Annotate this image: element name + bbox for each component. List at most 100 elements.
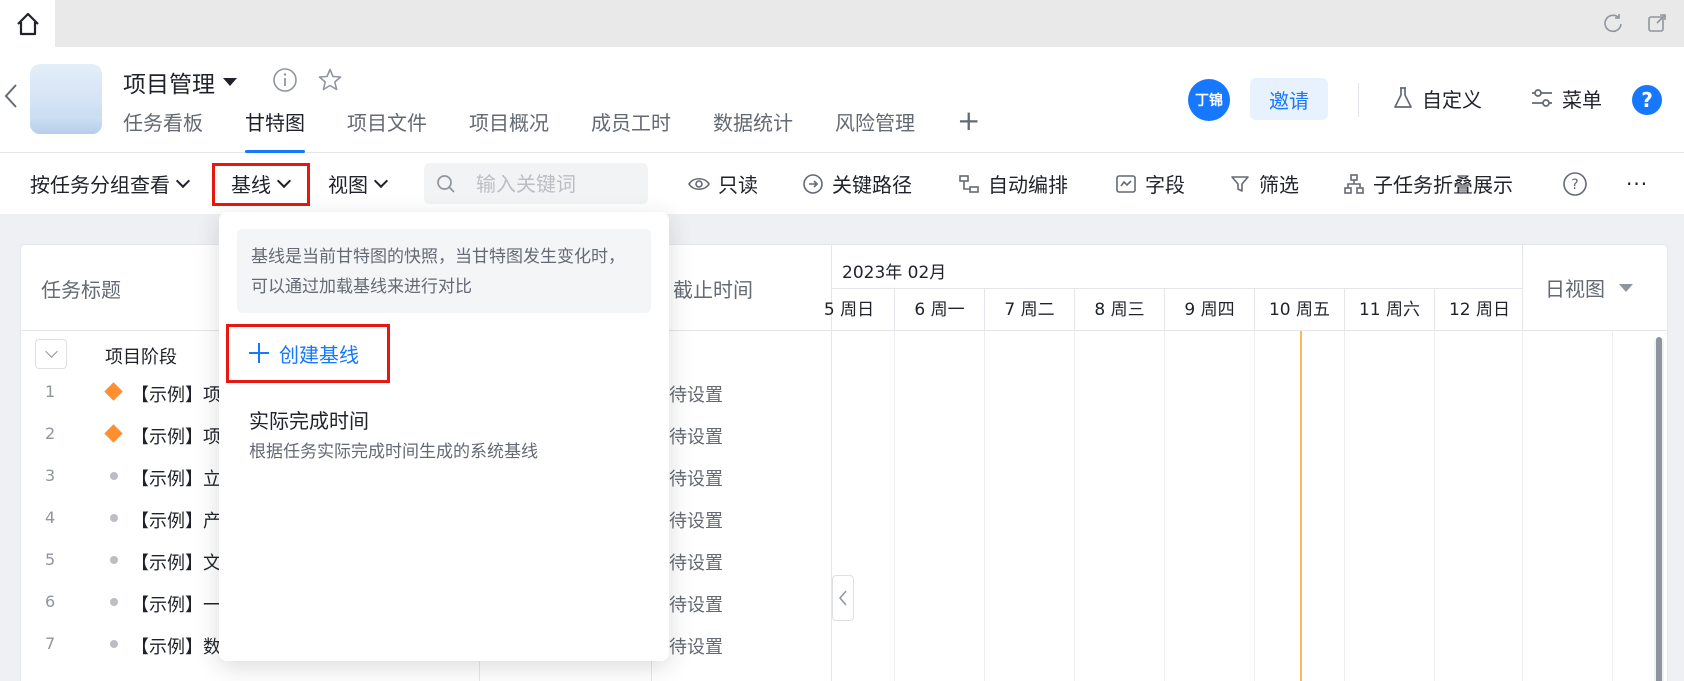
- subtask-fold-label: 子任务折叠展示: [1373, 173, 1513, 197]
- svg-text:?: ?: [1571, 177, 1578, 193]
- flask-icon: [1394, 87, 1412, 108]
- grid-line: [1164, 331, 1165, 681]
- group-toggle[interactable]: [35, 339, 67, 369]
- milestone-diamond-icon: [104, 424, 123, 443]
- tab-project-files[interactable]: 项目文件: [347, 107, 427, 153]
- search-box[interactable]: [424, 163, 648, 204]
- timeline-day: 9 周四: [1164, 289, 1254, 331]
- timeline-day: 6 周一: [894, 289, 984, 331]
- project-title-dropdown[interactable]: 项目管理: [123, 65, 237, 99]
- timeline-day: 10 周五: [1254, 289, 1344, 331]
- help-button[interactable]: ?: [1632, 85, 1662, 115]
- plus-icon: [249, 343, 269, 363]
- task-name: 【示例】文: [131, 553, 221, 574]
- view-dropdown[interactable]: 视图: [328, 153, 389, 214]
- column-header-title[interactable]: 任务标题: [41, 245, 121, 331]
- chevron-down-icon: [276, 173, 292, 189]
- view-label: 视图: [328, 173, 368, 197]
- timeline-month: 2023年 02月: [832, 245, 1522, 289]
- gantt-toolbar: 按任务分组查看 基线 视图 只读 关键路径: [0, 153, 1684, 214]
- task-dot-icon: [107, 511, 118, 522]
- search-icon: [437, 174, 455, 193]
- task-name: 【示例】立: [131, 469, 221, 490]
- star-icon[interactable]: [317, 67, 343, 93]
- tab-statistics[interactable]: 数据统计: [713, 107, 793, 153]
- baseline-option-title[interactable]: 实际完成时间: [249, 405, 369, 434]
- readonly-button[interactable]: 只读: [688, 153, 758, 214]
- group-by-dropdown[interactable]: 按任务分组查看: [30, 153, 191, 214]
- menu-label: 菜单: [1562, 87, 1602, 112]
- timeline-days: 5 周日 6 周一 7 周二 8 周三 9 周四 10 周五 11 周六 12 …: [824, 289, 1524, 331]
- view-mode-dropdown[interactable]: 日视图: [1522, 245, 1667, 331]
- fields-label: 字段: [1145, 173, 1185, 197]
- task-name: 【示例】数: [131, 637, 221, 658]
- more-options-icon[interactable]: ···: [1626, 153, 1648, 214]
- row-number: 4: [45, 508, 56, 527]
- tab-risk-management[interactable]: 风险管理: [835, 107, 915, 153]
- create-baseline-button[interactable]: 创建基线: [249, 336, 359, 370]
- invite-button[interactable]: 邀请: [1250, 78, 1328, 120]
- project-logo: [30, 64, 102, 134]
- timeline-day: 5 周日: [823, 300, 875, 320]
- vertical-scrollbar[interactable]: [1654, 337, 1664, 681]
- grid-line: [984, 331, 985, 681]
- timeline-day: 7 周二: [984, 289, 1074, 331]
- browser-tab-strip: [0, 0, 1684, 47]
- view-mode-label: 日视图: [1545, 277, 1605, 301]
- task-deadline: 待设置: [669, 595, 723, 616]
- project-tabs: 任务看板 甘特图 项目文件 项目概况 成员工时 数据统计 风险管理 +: [123, 107, 980, 153]
- tab-task-board[interactable]: 任务看板: [123, 107, 203, 153]
- field-icon: [1116, 174, 1136, 193]
- tab-project-overview[interactable]: 项目概况: [469, 107, 549, 153]
- critical-path-button[interactable]: 关键路径: [802, 153, 912, 214]
- caret-down-icon: [1619, 283, 1633, 292]
- chevron-down-icon: [373, 173, 389, 189]
- customize-label: 自定义: [1422, 87, 1482, 112]
- filter-button[interactable]: 筛选: [1229, 153, 1299, 214]
- grid-line: [1522, 331, 1523, 681]
- chevron-down-icon: [44, 345, 58, 358]
- schedule-icon: [959, 174, 979, 193]
- eye-icon: [688, 177, 710, 190]
- hierarchy-icon: [1344, 173, 1364, 194]
- back-icon[interactable]: [4, 83, 18, 109]
- customize-button[interactable]: 自定义: [1392, 83, 1482, 113]
- grid-line: [894, 331, 895, 681]
- refresh-icon[interactable]: [1602, 12, 1624, 34]
- arrow-circle-icon: [803, 173, 823, 194]
- menu-button[interactable]: 菜单: [1530, 83, 1602, 113]
- baseline-dropdown[interactable]: 基线: [231, 153, 292, 214]
- question-icon: ?: [1563, 171, 1587, 196]
- task-deadline: 待设置: [669, 553, 723, 574]
- chevron-down-icon: [175, 173, 191, 189]
- info-icon[interactable]: [272, 67, 298, 93]
- milestone-diamond-icon: [104, 382, 123, 401]
- task-name: 【示例】一: [131, 595, 221, 616]
- toolbar-help-button[interactable]: ?: [1562, 153, 1588, 214]
- column-header-deadline[interactable]: 截止时间: [673, 245, 753, 331]
- baseline-option-description: 根据任务实际完成时间生成的系统基线: [249, 442, 538, 462]
- collapse-panel-button[interactable]: [832, 575, 854, 621]
- row-number: 7: [45, 634, 56, 653]
- add-tab-icon[interactable]: +: [957, 107, 980, 153]
- timeline-day: 8 周三: [1074, 289, 1164, 331]
- task-dot-icon: [107, 553, 118, 564]
- caret-down-icon: [223, 78, 237, 86]
- row-number: 6: [45, 592, 56, 611]
- fields-button[interactable]: 字段: [1115, 153, 1185, 214]
- home-tab[interactable]: [0, 0, 55, 47]
- search-input[interactable]: [476, 171, 626, 196]
- subtask-fold-button[interactable]: 子任务折叠展示: [1343, 153, 1513, 214]
- grid-line: [1434, 331, 1435, 681]
- task-deadline: 待设置: [669, 469, 723, 490]
- avatar[interactable]: 丁锦: [1188, 79, 1230, 121]
- tab-gantt[interactable]: 甘特图: [245, 107, 305, 153]
- critical-path-label: 关键路径: [832, 173, 912, 197]
- auto-schedule-button[interactable]: 自动编排: [958, 153, 1068, 214]
- task-name: 【示例】产: [131, 511, 221, 532]
- timeline-day: 12 周日: [1434, 289, 1524, 331]
- grid-line: [1612, 331, 1613, 681]
- baseline-popover: 基线是当前甘特图的快照，当甘特图发生变化时，可以通过加载基线来进行对比 创建基线…: [219, 212, 669, 661]
- open-external-icon[interactable]: [1646, 12, 1668, 34]
- tab-member-hours[interactable]: 成员工时: [591, 107, 671, 153]
